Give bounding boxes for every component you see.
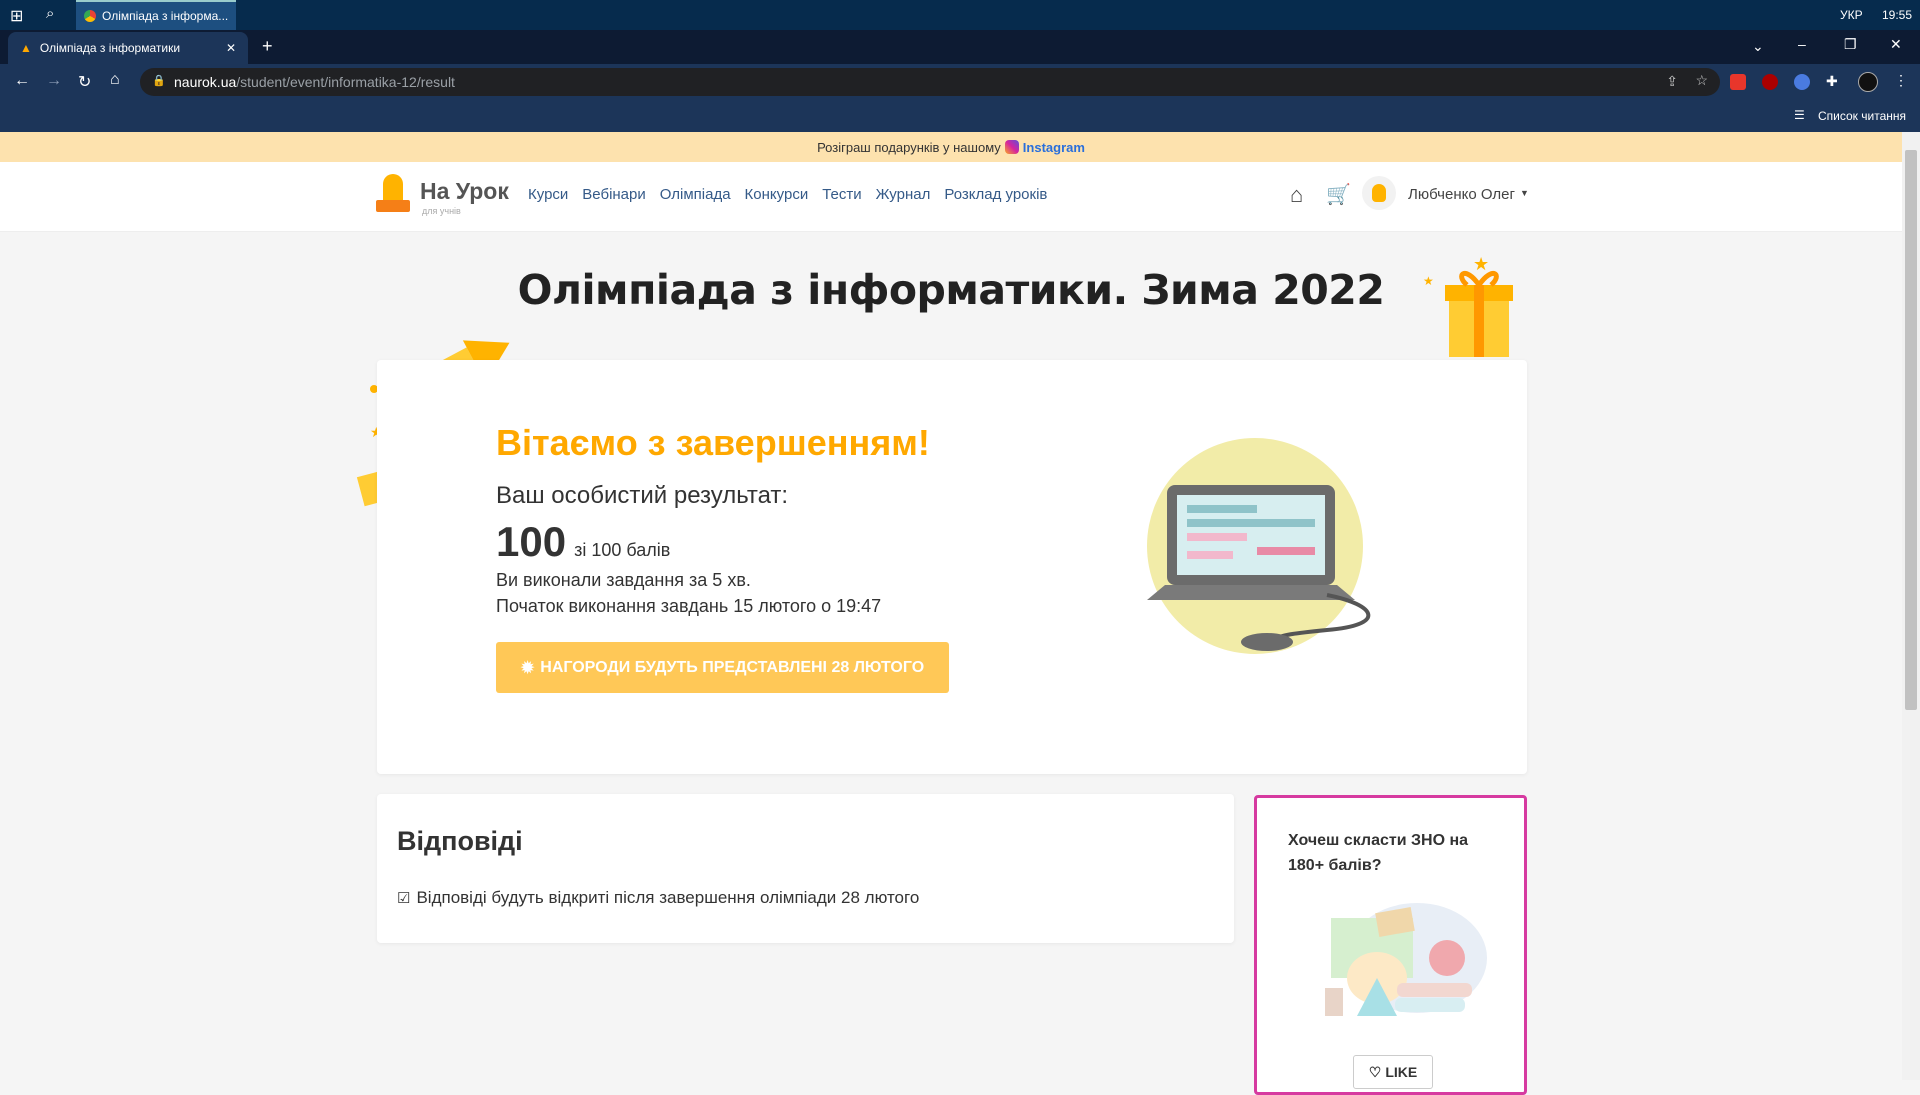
extensions-puzzle-icon[interactable]: ✚ [1826,73,1838,90]
language-indicator[interactable]: УКР [1840,8,1863,22]
caret-down-icon[interactable]: ▼ [1520,188,1529,198]
chrome-icon [84,10,96,22]
windows-start-icon[interactable]: ⊞ [10,6,23,26]
reading-list-icon[interactable]: ☰ [1794,108,1805,122]
start-time-text: Початок виконання завдань 15 лютого о 19… [496,596,882,616]
minimize-icon[interactable]: – [1798,36,1806,52]
extension-blue-icon[interactable] [1794,74,1810,90]
instagram-icon [1004,140,1019,154]
promo-card[interactable]: Хочеш скласти ЗНО на 180+ балів? ♡ LIKE [1254,795,1527,1095]
scrollbar-thumb[interactable] [1905,150,1917,710]
menu-dots-icon[interactable]: ⋮ [1894,72,1908,89]
reading-list-button[interactable]: Список читання [1818,109,1906,123]
cart-icon[interactable]: 🛒 [1326,182,1351,207]
svg-text:★: ★ [1423,274,1434,288]
close-tab-icon[interactable]: ✕ [226,41,236,55]
bookmarks-bar: ☰ Список читання [0,100,1920,132]
score-max: зі 100 балів [574,540,671,560]
user-avatar[interactable] [1362,176,1396,210]
url-domain: naurok.ua [174,74,237,90]
extension-red-icon[interactable] [1762,74,1778,90]
reload-icon[interactable]: ↻ [78,72,91,92]
score: 100 зі 100 балів [496,518,670,566]
like-button[interactable]: ♡ LIKE [1353,1055,1433,1089]
logo-text[interactable]: На Урок [420,178,509,205]
nav-link-schedule[interactable]: Розклад уроків [944,186,1047,203]
answers-heading: Відповіді [397,826,523,856]
answers-note-text: Відповіді будуть відкриті після завершен… [416,888,920,907]
laptop-illustration [1147,438,1371,654]
main-nav: Курси Вебінари Олімпіада Конкурси Тести … [528,186,1047,203]
new-tab-icon[interactable]: + [262,36,273,57]
restore-icon[interactable]: ❐ [1844,36,1857,53]
instagram-link[interactable]: Instagram [1023,140,1085,155]
promo-title: Хочеш скласти ЗНО на 180+ балів? [1288,832,1469,874]
logo-subtitle: для учнів [422,206,461,216]
answers-note: ☑ Відповіді будуть відкриті після заверш… [397,888,919,908]
url-path: /student/event/informatika-12/result [236,74,455,90]
favicon-bell-icon: ▲ [20,41,32,55]
svg-text:★: ★ [1473,254,1489,274]
school-supplies-illustration [1325,903,1487,1016]
window-label: Олімпіада з інформа... [102,9,229,23]
forward-icon[interactable]: → [46,72,62,90]
nav-link-olympiad[interactable]: Олімпіада [660,186,731,203]
nav-link-webinars[interactable]: Вебінари [582,186,645,203]
os-taskbar: ⊞ ⌕ Олімпіада з інформа... УКР 19:55 [0,0,1920,30]
heart-icon: ♡ [1368,1063,1382,1080]
site-header: На Урок для учнів Курси Вебінари Олімпіа… [0,162,1902,232]
share-icon[interactable]: ⇪ [1666,73,1678,90]
awards-button[interactable]: ✹ НАГОРОДИ БУДУТЬ ПРЕДСТАВЛЕНІ 28 ЛЮТОГО [496,642,949,693]
logo-bell-icon[interactable] [376,172,410,216]
gift-icon: ★★ [1423,254,1513,357]
score-value: 100 [496,518,567,565]
close-window-icon[interactable]: ✕ [1890,36,1902,53]
home-icon[interactable]: ⌂ [110,71,120,89]
browser-tab-active[interactable]: ▲ Олімпіада з інформатики ✕ [8,32,248,64]
congrats-heading: Вітаємо з завершенням! [496,422,930,463]
profile-avatar[interactable] [1858,72,1878,92]
result-label: Ваш особистий результат: [496,482,789,509]
back-icon[interactable]: ← [14,72,30,90]
checkbox-checked-icon: ☑ [397,890,411,907]
lock-icon: 🔒 [152,75,166,87]
browser-tab-bar: ▲ Олімпіада з інформатики ✕ + ⌄ – ❐ ✕ [0,30,1920,64]
extension-opera-icon[interactable] [1730,74,1746,90]
announce-text: Розіграш подарунків у нашому [817,139,1001,155]
gear-icon: ✹ [520,659,535,677]
search-icon[interactable]: ⌕ [46,5,54,22]
clock[interactable]: 19:55 [1882,8,1912,22]
bookmark-star-icon[interactable]: ☆ [1695,72,1708,89]
nav-link-courses[interactable]: Курси [528,186,568,203]
taskbar-chrome-window[interactable]: Олімпіада з інформа... [76,0,236,30]
like-label: LIKE [1385,1064,1418,1080]
nav-link-contests[interactable]: Конкурси [745,186,809,203]
announcement-bar: Розіграш подарунків у нашому Instagram [0,132,1902,162]
home-icon[interactable]: ⌂ [1290,182,1303,208]
tab-search-icon[interactable]: ⌄ [1752,38,1764,55]
address-bar[interactable]: 🔒 naurok.ua/student/event/informatika-12… [140,68,1720,96]
nav-link-tests[interactable]: Тести [822,186,861,203]
result-card: Вітаємо з завершенням! Ваш особистий рез… [377,360,1527,774]
page-title: Олімпіада з інформатики. Зима 2022 [517,266,1385,314]
user-menu[interactable]: Любченко Олег [1408,186,1515,203]
answers-card: Відповіді ☑ Відповіді будуть відкриті пі… [377,794,1234,943]
duration-text: Ви виконали завдання за 5 хв. [496,570,751,590]
awards-button-label: НАГОРОДИ БУДУТЬ ПРЕДСТАВЛЕНІ 28 ЛЮТОГО [540,658,925,676]
tab-title: Олімпіада з інформатики [39,41,181,55]
nav-link-journal[interactable]: Журнал [876,186,931,203]
